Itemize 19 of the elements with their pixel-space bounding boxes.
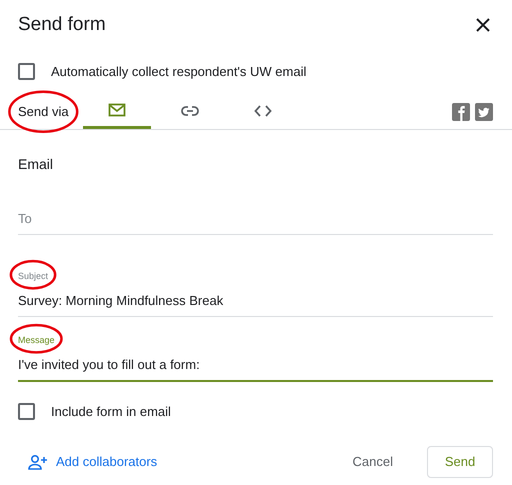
- input-field[interactable]: To: [18, 206, 493, 235]
- field-label: Message: [18, 335, 55, 345]
- f-logo-button[interactable]: [452, 103, 470, 121]
- text-field[interactable]: I've invited you to fill out a form:: [18, 352, 493, 382]
- add-person-icon: [28, 454, 48, 470]
- close-icon: [476, 18, 490, 32]
- section-heading: Email: [18, 154, 54, 174]
- dialog-title: Send form: [18, 14, 106, 36]
- mail-icon: [108, 102, 126, 120]
- send-button[interactable]: Send: [427, 446, 493, 478]
- add-collaborators-link[interactable]: Add collaborators: [28, 452, 158, 472]
- checkbox[interactable]: [18, 403, 35, 420]
- f-letter-icon: [458, 106, 464, 121]
- checkbox[interactable]: [18, 63, 35, 80]
- bird-logo-button[interactable]: [475, 103, 493, 121]
- send-via-label: Send via: [18, 104, 69, 120]
- field-label: Subject: [18, 271, 48, 281]
- cancel-button[interactable]: Cancel: [342, 446, 403, 478]
- text-field[interactable]: Survey: Morning Mindfulness Break: [18, 288, 493, 317]
